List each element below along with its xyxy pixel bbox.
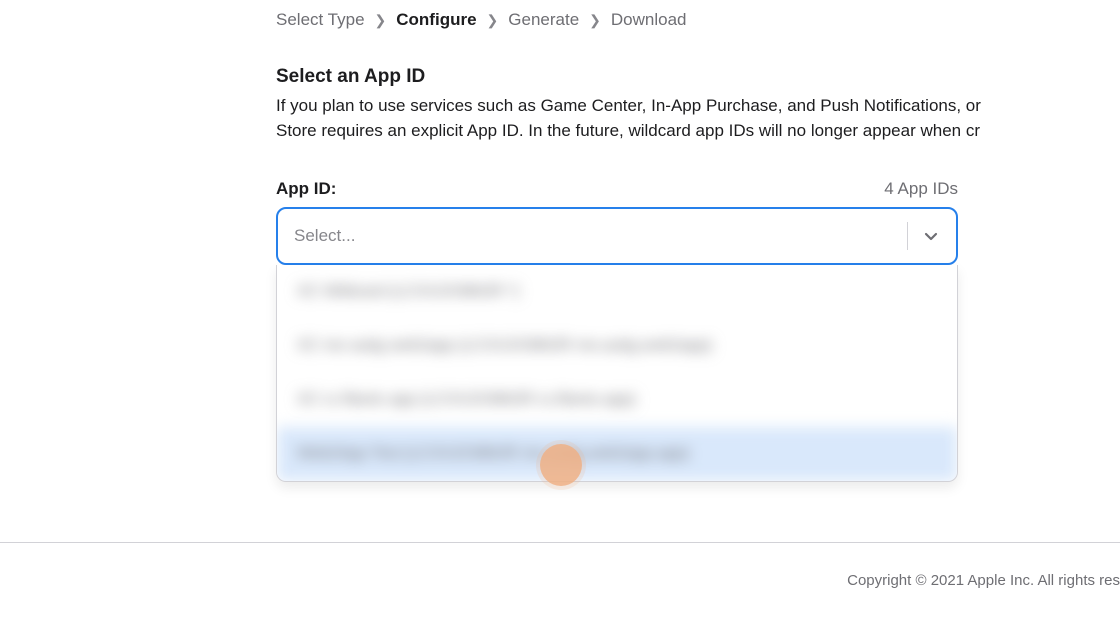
- dropdown-option[interactable]: XC me autig web2app (LCXXJCMMJR me.autig…: [277, 319, 957, 373]
- section-description: If you plan to use services such as Game…: [276, 94, 1120, 143]
- breadcrumb-step-download[interactable]: Download: [611, 10, 687, 30]
- breadcrumb-step-generate[interactable]: Generate: [508, 10, 579, 30]
- desc-line-1: If you plan to use services such as Game…: [276, 96, 981, 115]
- app-id-count: 4 App IDs: [884, 179, 958, 199]
- dropdown-option[interactable]: XC Wildcard (LCXXJCMMJR *): [277, 265, 957, 319]
- breadcrumb: Select Type ❯ Configure ❯ Generate ❯ Dow…: [276, 10, 1120, 30]
- dropdown-option[interactable]: Web2App Test (LCXXJCMMJR me.autig.web2ap…: [277, 427, 957, 481]
- section-title: Select an App ID: [276, 66, 1120, 88]
- dropdown-option[interactable]: XC ru filanto app (LCXXJCMMJR ru.filanto…: [277, 373, 957, 427]
- select-divider: [907, 222, 908, 250]
- app-id-dropdown: XC Wildcard (LCXXJCMMJR *) XC me autig w…: [276, 265, 958, 482]
- chevron-right-icon: ❯: [589, 12, 601, 29]
- breadcrumb-step-select-type[interactable]: Select Type: [276, 10, 365, 30]
- chevron-right-icon: ❯: [375, 12, 387, 29]
- breadcrumb-step-configure[interactable]: Configure: [396, 10, 476, 30]
- desc-line-2: Store requires an explicit App ID. In th…: [276, 121, 980, 140]
- app-id-label: App ID:: [276, 179, 336, 199]
- app-id-select[interactable]: Select...: [276, 207, 958, 265]
- footer-copyright: Copyright © 2021 Apple Inc. All rights r…: [847, 572, 1120, 589]
- footer-divider: [0, 542, 1120, 543]
- app-id-select-wrapper: Select... XC Wildcard (LCXXJCMMJR *) XC …: [276, 207, 958, 265]
- chevron-down-icon: [922, 227, 940, 245]
- select-placeholder: Select...: [294, 226, 355, 246]
- chevron-right-icon: ❯: [487, 12, 499, 29]
